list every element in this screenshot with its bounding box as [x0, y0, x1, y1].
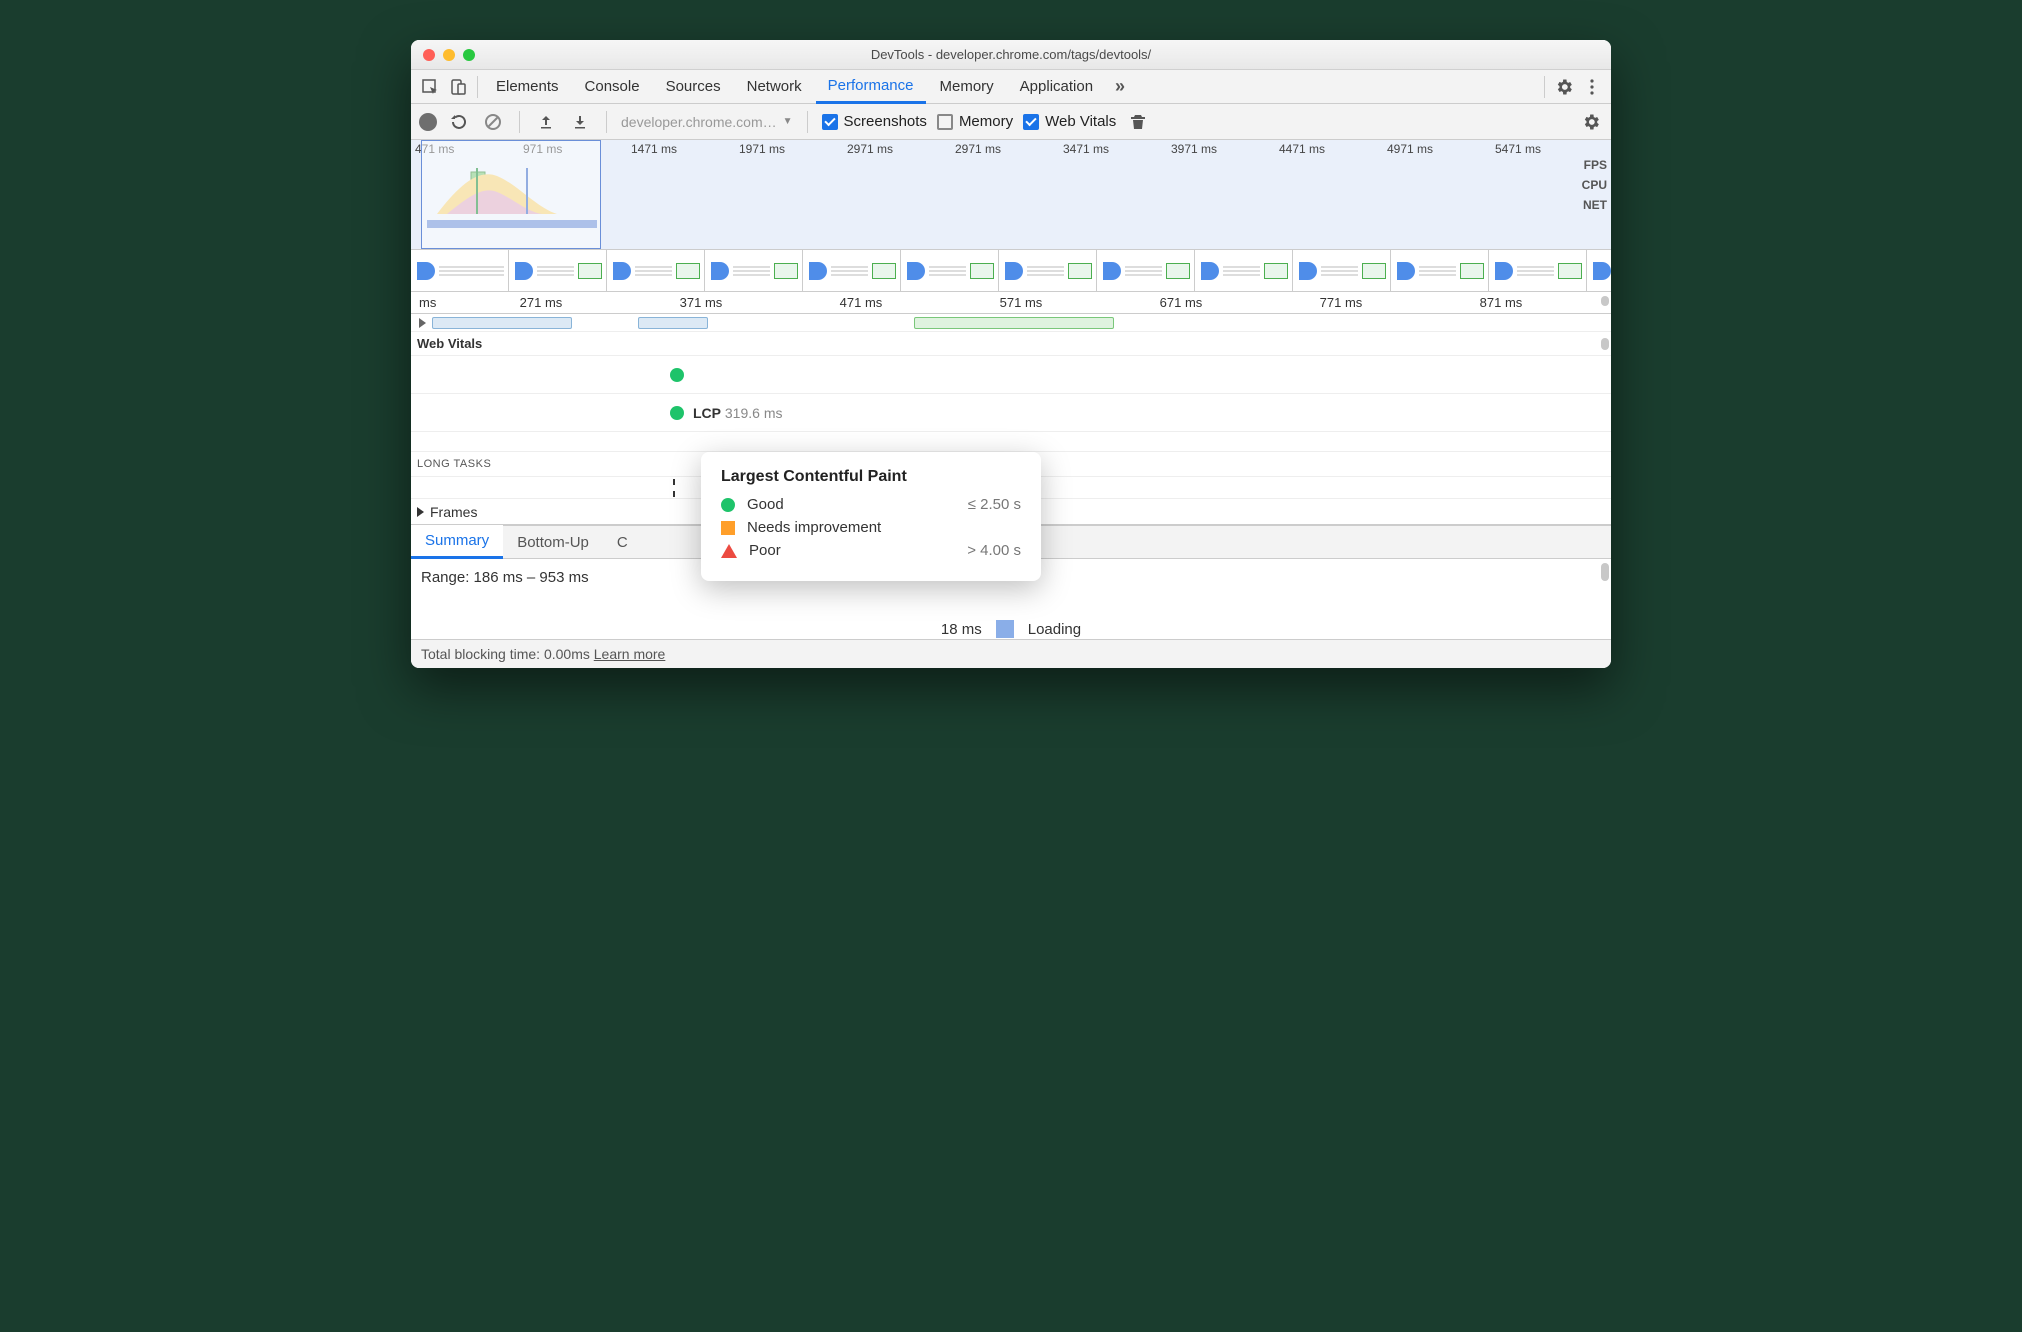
filmstrip-frame[interactable] [1587, 250, 1611, 291]
status-bar: Total blocking time: 0.00ms Learn more [411, 639, 1611, 668]
filmstrip-frame[interactable] [999, 250, 1097, 291]
garbage-collect-icon[interactable] [1126, 110, 1150, 134]
lcp-lane[interactable]: LCP 319.6 ms [411, 394, 1611, 432]
detail-ruler[interactable]: ms 271 ms 371 ms 471 ms 571 ms 671 ms 77… [411, 292, 1611, 314]
web-vitals-lane[interactable] [411, 356, 1611, 394]
overview-selection-handle[interactable] [421, 140, 601, 249]
divider [477, 76, 478, 98]
filmstrip-frame[interactable] [411, 250, 509, 291]
tab-memory[interactable]: Memory [928, 70, 1006, 104]
legend-value: 18 ms [941, 621, 982, 638]
divider [519, 111, 520, 133]
tab-sources[interactable]: Sources [654, 70, 733, 104]
filmstrip-frame[interactable] [509, 250, 607, 291]
checkbox-icon [1023, 114, 1039, 130]
summary-legend-row: 18 ms Loading [421, 620, 1601, 638]
tab-application[interactable]: Application [1008, 70, 1105, 104]
kebab-menu-icon[interactable] [1579, 74, 1605, 100]
divider [1544, 76, 1545, 98]
overview-timeline[interactable]: 471 ms971 ms 1471 ms1971 ms 2971 ms2971 … [411, 140, 1611, 250]
tooltip-row-good: Good ≤ 2.50 s [721, 496, 1021, 513]
poor-icon [721, 544, 737, 558]
close-icon[interactable] [423, 49, 435, 61]
checkbox-icon [822, 114, 838, 130]
device-toggle-icon[interactable] [445, 74, 471, 100]
web-vitals-panel: Web Vitals LCP 319.6 ms LONG TASKS Frame… [411, 332, 1611, 525]
traffic-lights [423, 49, 475, 61]
filmstrip-frame[interactable] [705, 250, 803, 291]
filmstrip-frame[interactable] [1293, 250, 1391, 291]
divider [807, 111, 808, 133]
web-vitals-checkbox[interactable]: Web Vitals [1023, 113, 1116, 130]
filmstrip-frame[interactable] [1097, 250, 1195, 291]
screenshot-filmstrip[interactable] [411, 250, 1611, 292]
capture-settings-icon[interactable] [1579, 110, 1603, 134]
record-button[interactable] [419, 113, 437, 131]
inspect-icon[interactable] [417, 74, 443, 100]
legend-label: Loading [1028, 621, 1081, 638]
performance-toolbar: developer.chrome.com… ▼ Screenshots Memo… [411, 104, 1611, 140]
expand-icon[interactable] [419, 318, 426, 328]
scrollbar[interactable] [1601, 296, 1609, 306]
filmstrip-frame[interactable] [1391, 250, 1489, 291]
tab-elements[interactable]: Elements [484, 70, 571, 104]
clear-button[interactable] [481, 110, 505, 134]
lcp-marker[interactable] [670, 406, 684, 420]
recording-selector[interactable]: developer.chrome.com… ▼ [621, 114, 793, 130]
window-title: DevTools - developer.chrome.com/tags/dev… [411, 47, 1611, 62]
checkbox-icon [937, 114, 953, 130]
memory-checkbox[interactable]: Memory [937, 113, 1013, 130]
task-marker [673, 479, 675, 497]
tab-network[interactable]: Network [735, 70, 814, 104]
titlebar[interactable]: DevTools - developer.chrome.com/tags/dev… [411, 40, 1611, 70]
upload-profile-icon[interactable] [534, 110, 558, 134]
download-profile-icon[interactable] [568, 110, 592, 134]
chevron-down-icon: ▼ [783, 116, 793, 127]
tbt-text: Total blocking time: 0.00ms [421, 646, 590, 662]
needs-improvement-icon [721, 521, 735, 535]
filmstrip-frame[interactable] [607, 250, 705, 291]
reload-record-button[interactable] [447, 110, 471, 134]
lcp-tooltip: Largest Contentful Paint Good ≤ 2.50 s N… [701, 452, 1041, 581]
main-tabstrip: Elements Console Sources Network Perform… [411, 70, 1611, 104]
tab-performance[interactable]: Performance [816, 70, 926, 104]
scrollbar[interactable] [1601, 563, 1609, 581]
tooltip-title: Largest Contentful Paint [721, 468, 1021, 486]
web-vitals-header: Web Vitals [411, 332, 1611, 356]
good-dot-icon [721, 498, 735, 512]
tooltip-row-poor: Poor > 4.00 s [721, 542, 1021, 559]
recording-label: developer.chrome.com… [621, 114, 777, 130]
filmstrip-frame[interactable] [901, 250, 999, 291]
tab-bottom-up[interactable]: Bottom-Up [503, 525, 603, 559]
screenshots-checkbox[interactable]: Screenshots [822, 113, 927, 130]
filmstrip-frame[interactable] [803, 250, 901, 291]
filmstrip-frame[interactable] [1489, 250, 1587, 291]
filmstrip-frame[interactable] [1195, 250, 1293, 291]
fcp-marker[interactable] [670, 368, 684, 382]
lcp-label: LCP 319.6 ms [693, 405, 782, 421]
tab-console[interactable]: Console [573, 70, 652, 104]
zoom-icon[interactable] [463, 49, 475, 61]
expand-icon[interactable] [417, 507, 424, 517]
learn-more-link[interactable]: Learn more [594, 646, 666, 662]
tab-summary[interactable]: Summary [411, 525, 503, 559]
scrollbar[interactable] [1601, 338, 1609, 350]
settings-icon[interactable] [1551, 74, 1577, 100]
more-tabs-icon[interactable]: » [1107, 74, 1133, 100]
minimize-icon[interactable] [443, 49, 455, 61]
legend-swatch-loading [996, 620, 1014, 638]
tooltip-row-ni: Needs improvement [721, 519, 1021, 536]
overview-lane-labels: FPS CPU NET [1582, 158, 1607, 212]
tab-call-tree[interactable]: C [603, 525, 642, 559]
network-track[interactable] [411, 314, 1611, 332]
devtools-window: DevTools - developer.chrome.com/tags/dev… [411, 40, 1611, 668]
divider [606, 111, 607, 133]
